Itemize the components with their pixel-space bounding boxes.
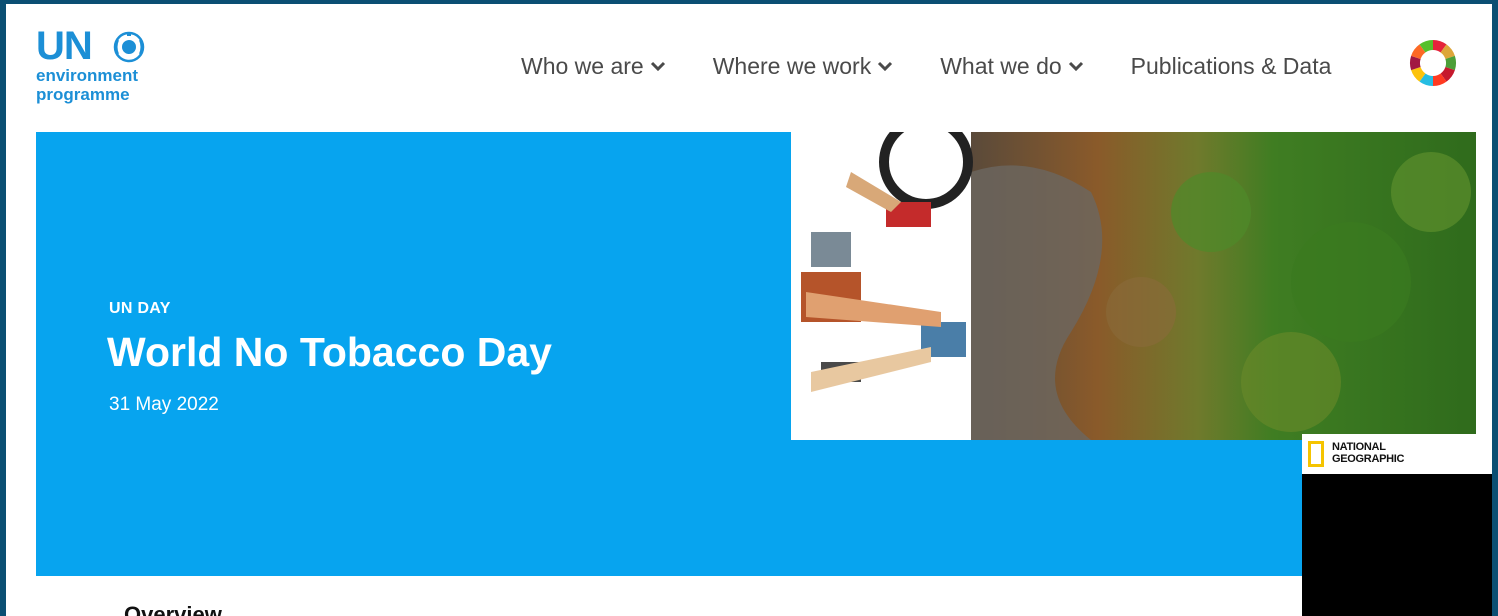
- chevron-down-icon: [878, 61, 893, 71]
- natgeo-line2: GEOGRAPHIC: [1332, 453, 1405, 465]
- hero-banner: UN DAY World No Tobacco Day 31 May 2022: [36, 132, 1476, 576]
- section-heading-overview: Overview: [124, 602, 222, 616]
- chevron-down-icon: [650, 61, 665, 71]
- logo-line-programme: programme: [36, 85, 130, 104]
- nav-label: Publications & Data: [1130, 52, 1332, 79]
- logo-un-text: UN: [36, 24, 93, 68]
- main-nav: Who we are Where we work What we do Publ…: [521, 50, 1331, 82]
- nav-item-publications-data[interactable]: Publications & Data: [1131, 53, 1332, 80]
- nav-label: Who we are: [521, 52, 644, 79]
- sdg-wheel-icon[interactable]: [1408, 38, 1458, 88]
- natgeo-text: NATIONAL GEOGRAPHIC: [1332, 441, 1404, 465]
- natgeo-sponsor-badge[interactable]: NATIONAL GEOGRAPHIC: [1302, 434, 1492, 474]
- nav-label: Where we work: [712, 52, 872, 79]
- site-header: UN environment programme Who we are Wher…: [6, 4, 1492, 132]
- un-emblem-icon: [113, 31, 145, 63]
- hero-tag: UN DAY: [109, 300, 171, 317]
- unep-logo[interactable]: UN environment programme: [36, 26, 186, 116]
- hero-image: [791, 132, 1476, 440]
- hero-date: 31 May 2022: [109, 394, 219, 415]
- video-player[interactable]: [1302, 474, 1492, 616]
- page-title: World No Tobacco Day: [107, 329, 552, 375]
- page-frame: UN environment programme Who we are Wher…: [6, 4, 1492, 616]
- nav-item-who-we-are[interactable]: Who we are: [521, 53, 666, 80]
- nav-item-what-we-do[interactable]: What we do: [940, 53, 1083, 80]
- nav-item-where-we-work[interactable]: Where we work: [713, 53, 893, 80]
- logo-line-environment: environment: [36, 66, 139, 85]
- natgeo-line1: NATIONAL: [1332, 441, 1386, 453]
- natgeo-frame-icon: [1308, 441, 1324, 467]
- nav-label: What we do: [940, 52, 1062, 79]
- chevron-down-icon: [1068, 61, 1083, 71]
